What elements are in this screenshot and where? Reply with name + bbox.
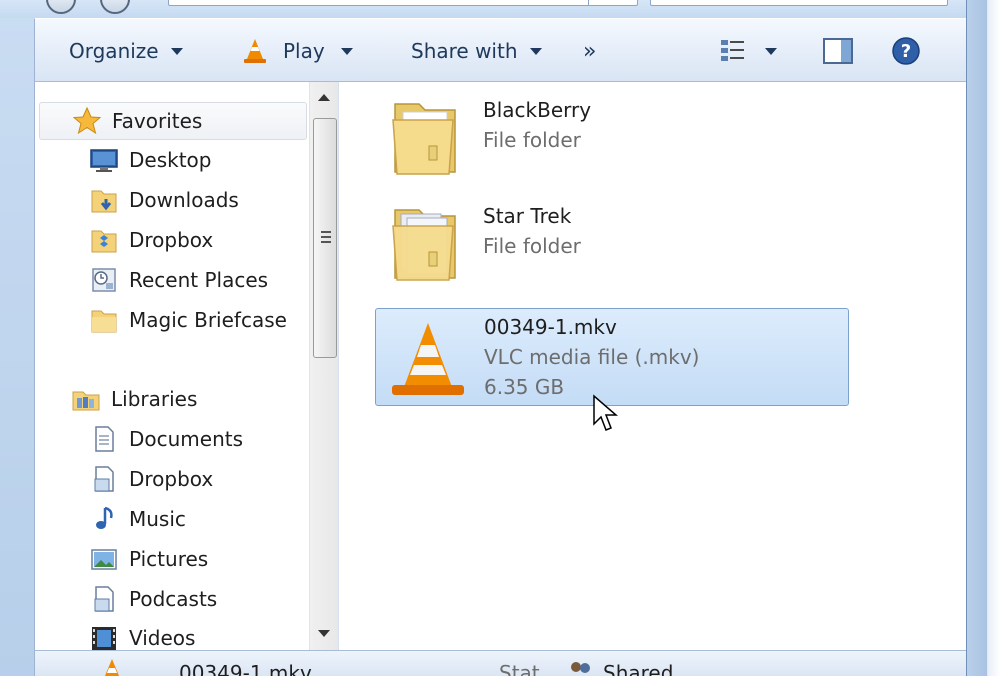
chevron-down-icon <box>170 47 183 55</box>
sidebar-item-favorites[interactable]: Favorites <box>39 102 307 140</box>
sidebar-item-pictures[interactable]: Pictures <box>89 540 208 578</box>
preview-pane-button[interactable] <box>823 38 853 64</box>
folder-icon <box>91 310 117 333</box>
svg-text:?: ? <box>901 41 911 62</box>
sidebar-item-label: Music <box>129 507 186 531</box>
mouse-cursor-icon <box>593 394 618 431</box>
videos-library-icon <box>92 627 116 650</box>
play-label: Play <box>283 39 325 63</box>
details-pane: 00349-1.mkv Stat Shared <box>34 650 966 676</box>
sidebar-item-documents[interactable]: Documents <box>89 420 243 458</box>
scrollbar-thumb[interactable] <box>313 118 337 358</box>
podcasts-library-icon <box>94 586 114 612</box>
preview-pane-icon <box>823 38 853 64</box>
sidebar-item-dropbox-library[interactable]: Dropbox <box>89 460 213 498</box>
sidebar-item-label: Documents <box>129 427 244 451</box>
sidebar-item-label: Dropbox <box>129 228 214 252</box>
favorites-label: Favorites <box>112 109 203 133</box>
sidebar-item-label: Desktop <box>129 148 212 172</box>
file-item-star-trek[interactable]: Star Trek File folder <box>375 194 849 292</box>
sidebar-item-recent-places[interactable]: Recent Places <box>89 261 268 299</box>
sidebar-item-label: Recent Places <box>129 268 269 292</box>
vlc-cone-icon <box>104 659 120 676</box>
sidebar-item-label: Magic Briefcase <box>129 308 287 332</box>
file-name: 00349-1.mkv <box>484 315 617 339</box>
sidebar-item-music[interactable]: Music <box>89 500 186 538</box>
sidebar-item-magic-briefcase[interactable]: Magic Briefcase <box>89 301 287 339</box>
shared-users-icon <box>571 662 590 673</box>
file-type: File folder <box>483 128 581 152</box>
details-shared-label: Shared <box>603 661 674 676</box>
file-type: VLC media file (.mkv) <box>484 345 700 369</box>
navigation-pane: Favorites Desktop Downloads Dropbox Rece… <box>35 82 309 650</box>
sidebar-item-desktop[interactable]: Desktop <box>89 141 211 179</box>
command-bar: Organize Play Share with » ? <box>34 18 966 82</box>
file-list: BlackBerry File folder Star Trek File fo… <box>339 82 967 650</box>
music-library-icon <box>96 506 113 529</box>
forward-button[interactable] <box>100 0 130 14</box>
star-icon <box>72 106 102 135</box>
more-commands-button[interactable]: » <box>583 38 597 64</box>
file-size: 6.35 GB <box>484 375 565 399</box>
file-item-blackberry[interactable]: BlackBerry File folder <box>375 88 849 186</box>
sidebar-item-label: Pictures <box>129 547 209 571</box>
desktop-icon <box>90 149 118 172</box>
recent-places-icon <box>92 268 116 292</box>
change-view-button[interactable] <box>719 39 777 63</box>
share-with-button[interactable]: Share with <box>411 39 542 63</box>
grip-line <box>321 241 331 243</box>
address-area <box>0 0 966 18</box>
details-state-label: Stat <box>499 661 540 676</box>
more-label: » <box>583 38 597 64</box>
back-button[interactable] <box>46 0 76 14</box>
file-name: Star Trek <box>483 204 572 228</box>
documents-library-icon <box>95 426 114 452</box>
share-with-label: Share with <box>411 39 518 63</box>
address-bar[interactable] <box>168 0 638 6</box>
help-button[interactable]: ? <box>891 37 921 65</box>
sidebar-item-dropbox[interactable]: Dropbox <box>89 221 213 259</box>
folder-icon <box>392 103 456 175</box>
sidebar-item-label: Dropbox <box>129 467 214 491</box>
sidebar-item-podcasts[interactable]: Podcasts <box>89 580 217 618</box>
view-options-icon <box>721 40 744 61</box>
organize-button[interactable]: Organize <box>69 39 183 63</box>
libraries-icon <box>72 391 100 411</box>
chevron-down-icon <box>340 47 353 55</box>
chevron-down-icon <box>529 47 542 55</box>
file-item-mkv[interactable]: 00349-1.mkv VLC media file (.mkv) 6.35 G… <box>375 308 849 406</box>
navigation-pane-scrollbar[interactable] <box>309 82 339 650</box>
grip-line <box>321 236 331 238</box>
vlc-cone-icon <box>244 39 266 63</box>
play-button[interactable]: Play <box>241 39 353 63</box>
scroll-up-arrow-icon[interactable] <box>318 94 330 101</box>
dropbox-folder-icon <box>91 230 117 253</box>
downloads-folder-icon <box>91 190 117 213</box>
address-separator <box>588 0 589 6</box>
chevron-down-icon <box>765 47 777 55</box>
folder-icon <box>392 209 456 281</box>
search-input[interactable] <box>650 0 948 6</box>
grip-line <box>321 231 331 233</box>
sidebar-item-label: Downloads <box>129 188 239 212</box>
details-file-name: 00349-1.mkv <box>179 661 312 676</box>
sidebar-item-libraries[interactable]: Libraries <box>39 380 307 418</box>
explorer-content: Favorites Desktop Downloads Dropbox Rece… <box>34 82 967 650</box>
vlc-cone-icon <box>392 323 464 395</box>
help-icon: ? <box>892 37 920 65</box>
sidebar-item-downloads[interactable]: Downloads <box>89 181 239 219</box>
file-type: File folder <box>483 234 581 258</box>
sidebar-item-label: Podcasts <box>129 587 218 611</box>
organize-label: Organize <box>69 39 159 63</box>
scroll-down-arrow-icon[interactable] <box>318 630 330 637</box>
libraries-label: Libraries <box>111 387 198 411</box>
window-border-right <box>966 0 1000 676</box>
pictures-library-icon <box>91 549 117 570</box>
dropbox-library-icon <box>94 466 114 492</box>
sidebar-item-label: Videos <box>129 626 196 650</box>
file-name: BlackBerry <box>483 98 592 122</box>
